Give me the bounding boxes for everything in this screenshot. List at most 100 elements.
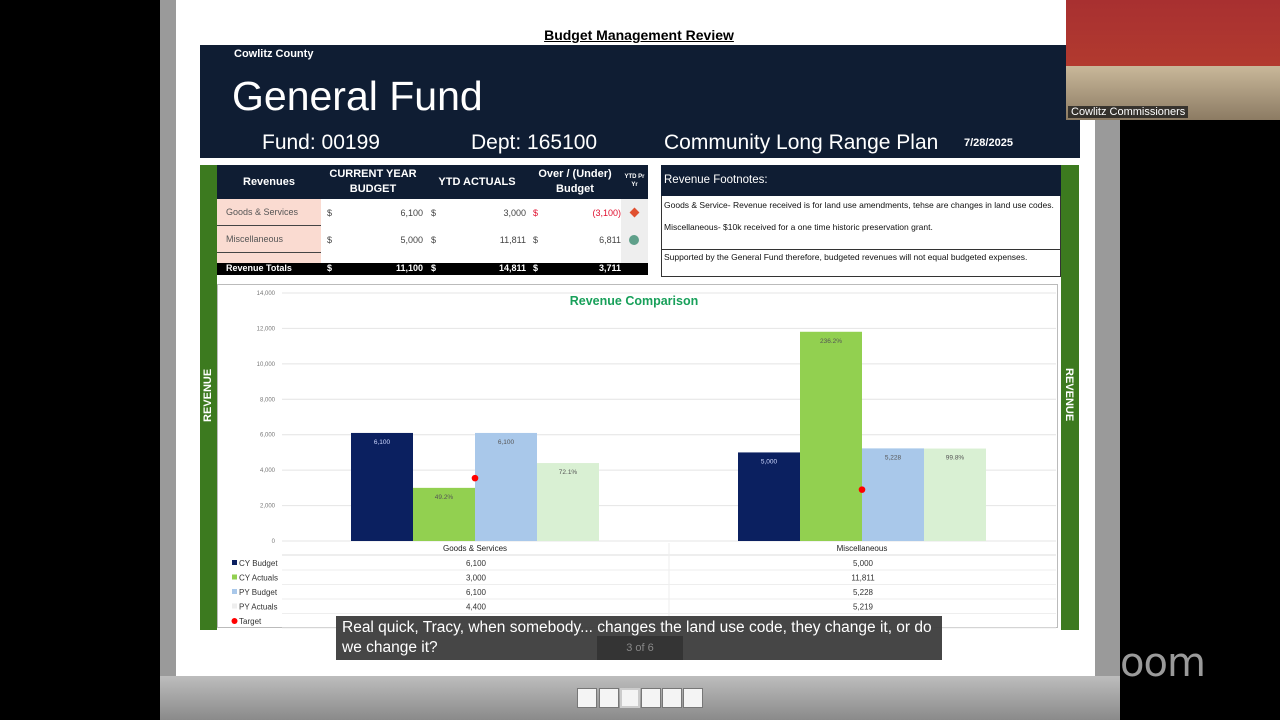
slide-thumbnail[interactable] [683, 688, 703, 708]
currency: $ [431, 208, 437, 218]
bar-data-label: 99.8% [946, 455, 965, 462]
legend-label: PY Budget [239, 588, 278, 597]
table-value: 4,400 [466, 603, 487, 612]
actuals-value: 11,811 [499, 235, 526, 245]
y-tick-label: 14,000 [257, 291, 276, 297]
y-tick-label: 10,000 [257, 362, 276, 368]
bar-data-label: 5,228 [885, 454, 902, 461]
bar-py-actuals [924, 448, 986, 541]
table-value: 5,228 [853, 588, 874, 597]
right-side-band: REVENUE [1061, 165, 1079, 630]
bar-data-label: 6,100 [498, 439, 515, 446]
row-label: Miscellaneous [217, 226, 321, 253]
fund-number: Fund: 00199 [262, 131, 380, 154]
legend-swatch [232, 574, 237, 580]
slide-thumbnail[interactable] [599, 688, 619, 708]
bar-py-budget [475, 432, 537, 541]
chart-svg: 0 2,000 4,000 6,000 8,000 10,000 12,000 14,000 R… [231, 291, 1056, 629]
col-header: YTD Pr Yr [621, 165, 648, 199]
footnotes-title: Revenue Footnotes: [661, 165, 1061, 196]
col-header: YTD ACTUALS [425, 165, 529, 199]
bar-cy-budget [738, 452, 800, 541]
participant-name: Cowlitz Commissioners [1068, 106, 1189, 118]
col-header: Over / (Under) Budget [529, 165, 621, 199]
y-tick-label: 4,000 [260, 468, 276, 474]
bar-cy-budget [351, 432, 413, 541]
revenue-comparison-chart: 0 2,000 4,000 6,000 8,000 10,000 12,000 14,000 R… [217, 284, 1058, 629]
slide-thumbnail-current[interactable] [620, 688, 640, 708]
totals-budget: 11,100 [395, 263, 423, 273]
y-tick-label: 6,000 [260, 433, 276, 439]
over-under-value: (3,100) [592, 208, 621, 218]
totals-over-under: 3,711 [598, 263, 621, 273]
fund-header: Cowlitz County General Fund Fund: 00199 … [200, 45, 1080, 158]
budget-value: 5,000 [400, 235, 423, 245]
currency: $ [431, 235, 437, 245]
legend-swatch [232, 589, 237, 594]
totals-row: Revenue Totals $ 11,100 $ 14,811 $ 3,711 [217, 263, 648, 275]
table-value: 6,100 [466, 559, 487, 568]
totals-label: Revenue Totals [226, 263, 292, 273]
table-value: 5,000 [853, 559, 874, 568]
bar-data-label: 6,100 [374, 439, 391, 446]
footnote-support: Supported by the General Fund therefore,… [661, 250, 1061, 277]
bar-data-label: 72.1% [559, 469, 578, 476]
legend-label: CY Actuals [239, 574, 278, 583]
slide-title: Budget Management Review [544, 27, 734, 43]
bar-data-label: 49.2% [435, 494, 454, 501]
county-name: Cowlitz County [234, 48, 314, 60]
col-header: Revenues [217, 165, 321, 199]
slide-thumbnail[interactable] [662, 688, 682, 708]
green-circle-icon [629, 235, 639, 245]
slide-thumbnail[interactable] [577, 688, 597, 708]
budget-value: 6,100 [400, 208, 423, 218]
target-marker [471, 474, 479, 482]
y-tick-label: 12,000 [257, 326, 276, 332]
participant-video[interactable] [1066, 0, 1280, 120]
zoom-logo: zoom [1100, 640, 1206, 686]
legend-label: PY Actuals [239, 603, 278, 612]
y-tick-label: 8,000 [260, 397, 276, 403]
slide-thumbnail[interactable] [641, 688, 661, 708]
revenue-footnotes: Revenue Footnotes: Goods & Service- Reve… [661, 165, 1061, 277]
row-label: Goods & Services [217, 199, 321, 226]
slide-thumbnail-bar [160, 676, 1120, 720]
currency: $ [533, 263, 539, 273]
legend-label: Target [239, 617, 262, 626]
legend-swatch [232, 560, 237, 565]
slide-counter: 3 of 6 [597, 636, 683, 660]
currency: $ [327, 208, 333, 218]
footnote-misc: Miscellaneous- $10k received for a one t… [664, 222, 933, 232]
dept-number: Dept: 165100 [471, 131, 598, 154]
x-category-label: Miscellaneous [837, 544, 888, 553]
report-date: 7/28/2025 [964, 137, 1013, 149]
bar-py-budget [862, 448, 924, 541]
currency: $ [533, 208, 539, 218]
x-category-label: Goods & Services [443, 544, 507, 553]
bar-data-label: 236.2% [820, 338, 842, 345]
totals-actuals: 14,811 [498, 263, 526, 273]
target-marker [858, 486, 866, 493]
division-name: Community Long Range Plan [664, 131, 939, 154]
fund-name: General Fund [232, 73, 483, 119]
left-side-band: REVENUE [200, 165, 217, 630]
side-label: REVENUE [202, 368, 214, 422]
currency: $ [327, 235, 333, 245]
footnote-goods: Goods & Service- Revenue received is for… [664, 200, 1054, 210]
table-value: 3,000 [466, 574, 487, 583]
legend-swatch [232, 603, 237, 609]
currency: $ [327, 263, 333, 273]
table-value: 6,100 [466, 588, 487, 597]
table-value: 11,811 [851, 574, 875, 583]
y-tick-label: 0 [272, 539, 276, 545]
currency: $ [533, 235, 539, 245]
currency: $ [431, 263, 437, 273]
legend-swatch [231, 618, 238, 624]
bar-data-label: 5,000 [761, 458, 778, 465]
row-spacer [217, 253, 321, 263]
chart-title: Revenue Comparison [570, 294, 699, 308]
legend-label: CY Budget [239, 559, 278, 568]
actuals-value: 3,000 [503, 208, 526, 218]
revenue-table: Revenues CURRENT YEAR BUDGET YTD ACTUALS… [217, 165, 648, 277]
bar-cy-actuals [800, 331, 862, 541]
